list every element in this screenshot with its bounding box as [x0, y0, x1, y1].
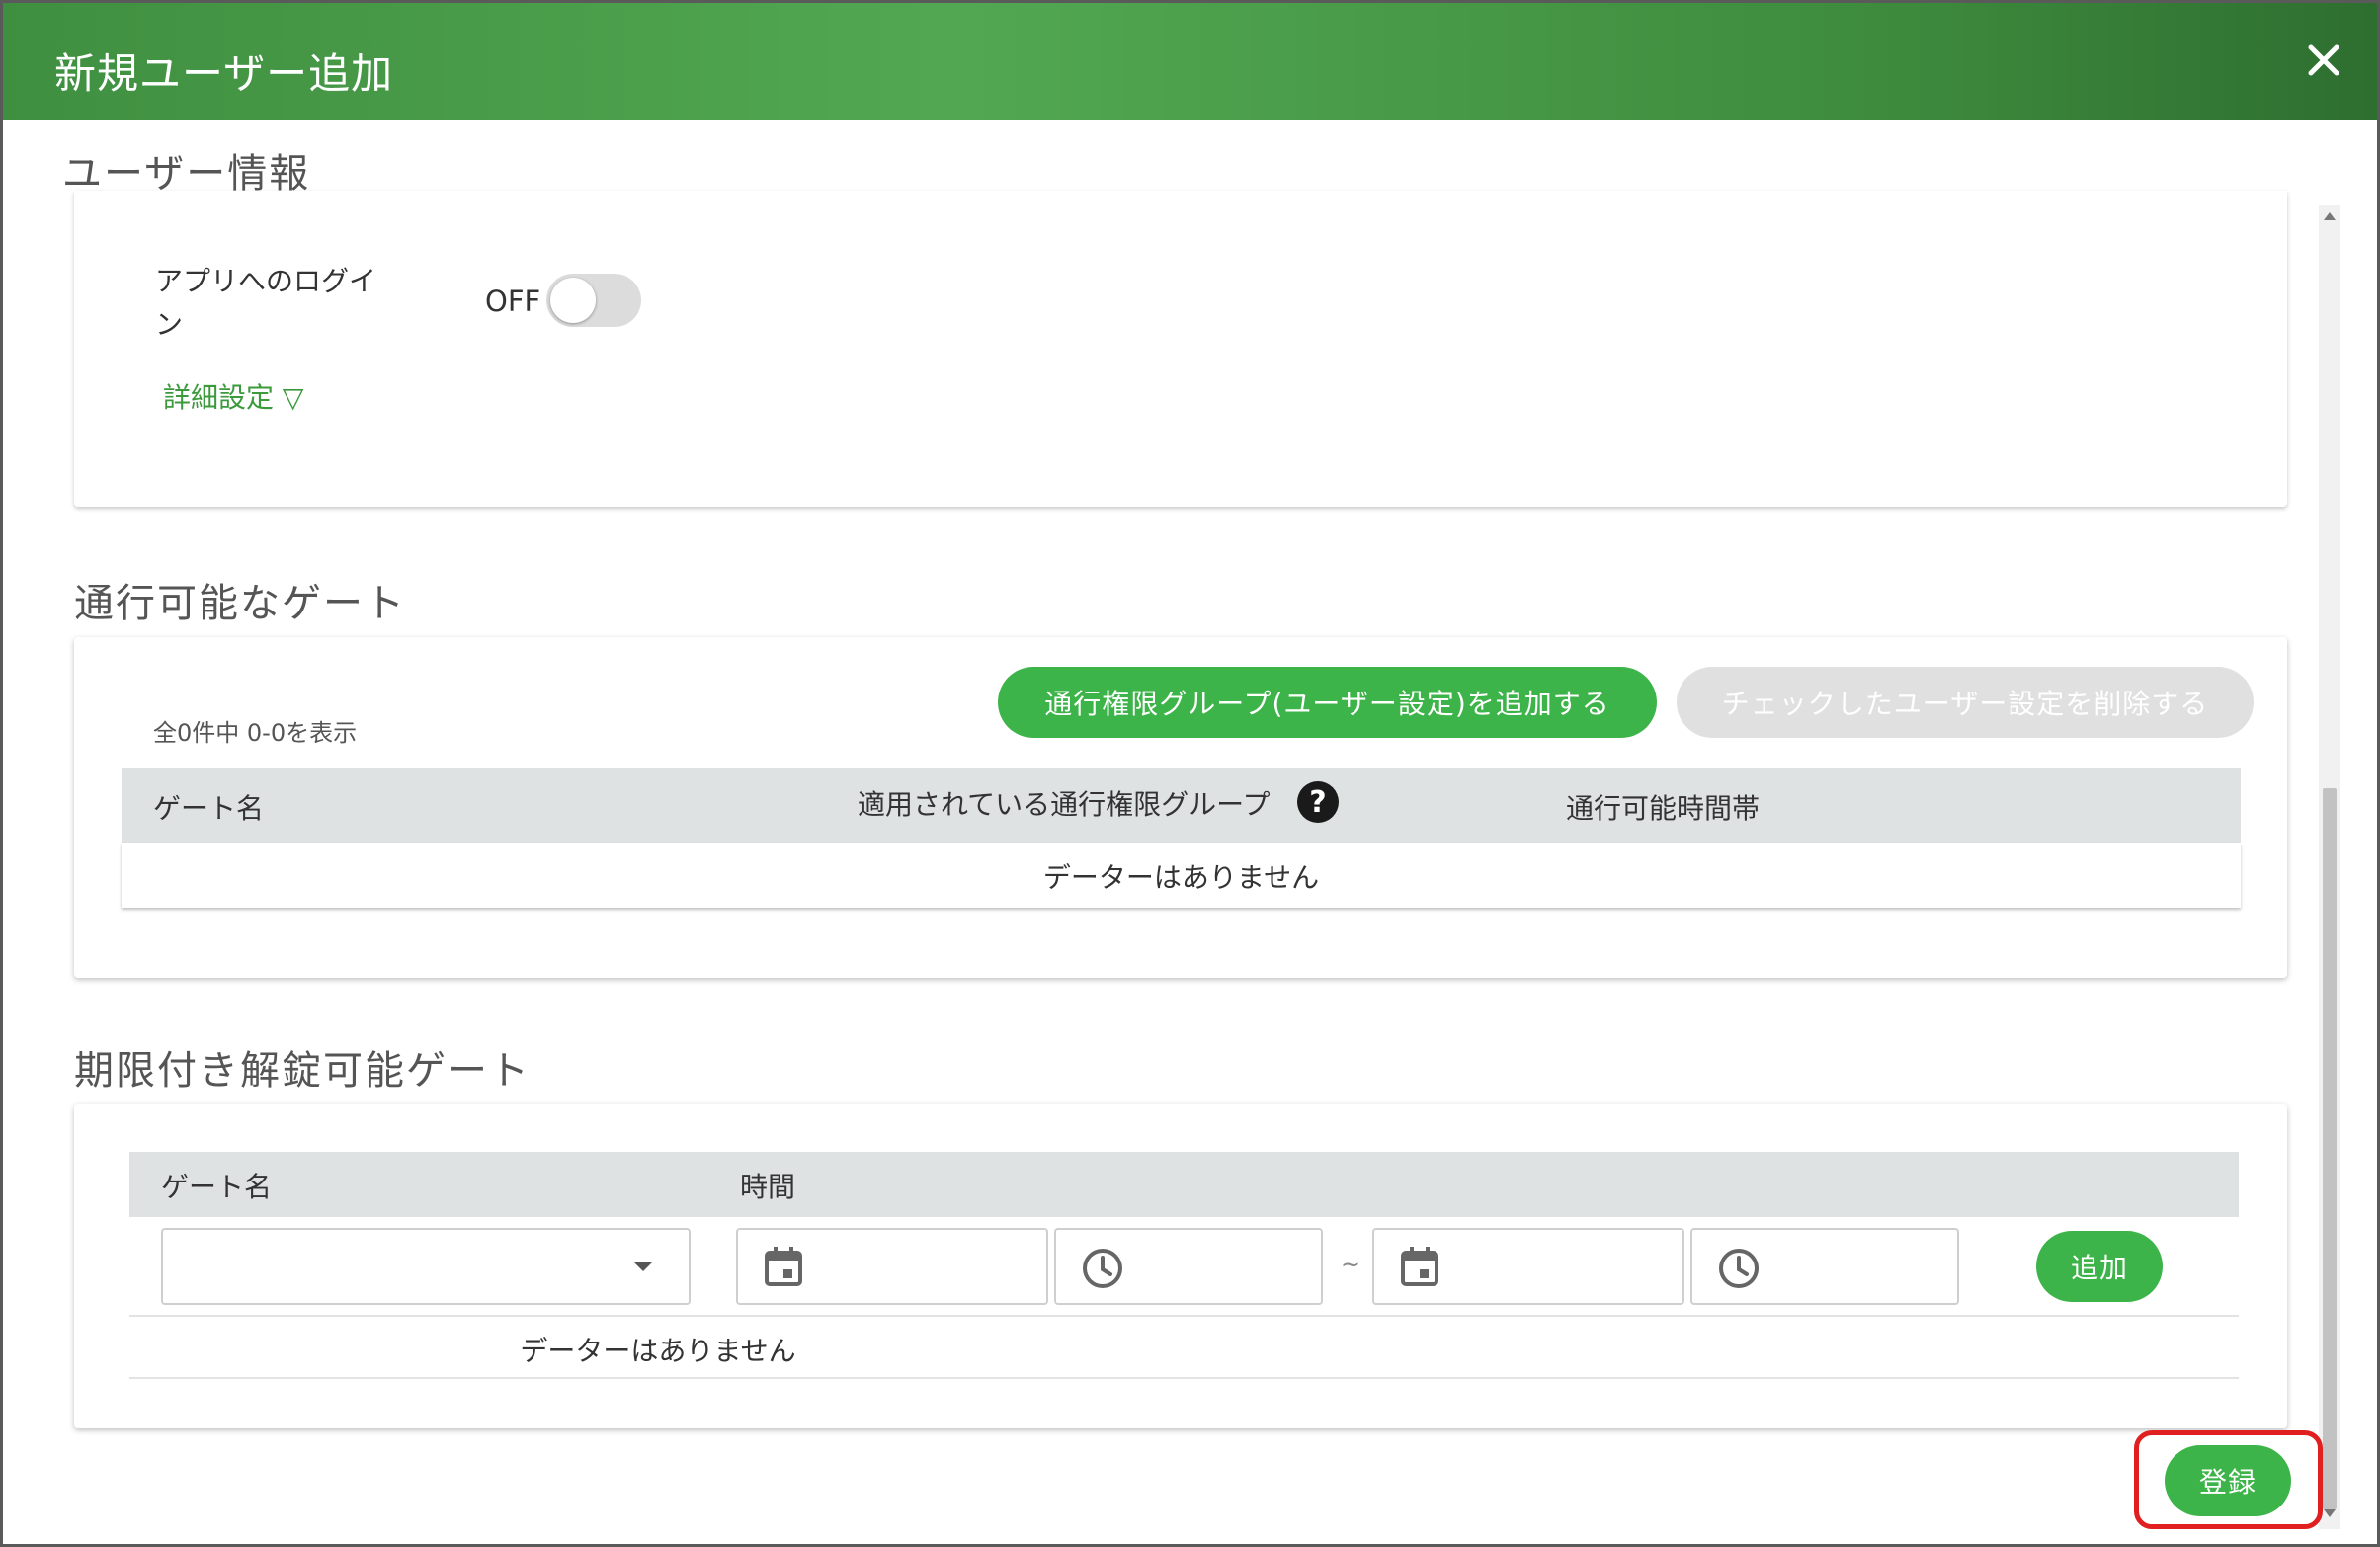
toggle-knob: [550, 278, 596, 323]
timed-unlock-card: ゲート名 時間 ~ 追加 データーはありません: [74, 1104, 2287, 1428]
close-button[interactable]: [2294, 31, 2353, 90]
add-timed-gate-button[interactable]: 追加: [2036, 1231, 2163, 1302]
user-info-card: アプリへのログイ ン OFF 詳細設定 ▽: [74, 191, 2287, 507]
gates-table-header: ゲート名 適用されている通行権限グループ ? 通行可能時間帯: [122, 768, 2241, 843]
app-login-label: アプリへのログイ ン: [155, 265, 377, 341]
add-user-dialog: 新規ユーザー追加 ユーザー情報 アプリへのログイ ン OFF 詳細設定 ▽ 通行…: [0, 0, 2380, 1547]
dialog-scrollbar[interactable]: [2319, 205, 2340, 1529]
clock-icon: [1083, 1249, 1122, 1288]
gates-table-body: データーはありません: [122, 843, 2241, 908]
app-login-toggle[interactable]: [546, 274, 641, 327]
scroll-down-arrow-icon[interactable]: [2324, 1509, 2336, 1517]
help-icon[interactable]: ?: [1297, 781, 1339, 823]
advanced-settings-link[interactable]: 詳細設定 ▽: [163, 376, 303, 416]
range-separator: ~: [1341, 1251, 1361, 1278]
timed-unlock-heading: 期限付き解錠可能ゲート: [74, 1048, 531, 1094]
timed-empty-text: データーはありません: [520, 1335, 796, 1367]
timed-bottom-divider: [129, 1377, 2239, 1379]
scroll-up-arrow-icon[interactable]: [2324, 212, 2336, 220]
delete-checked-settings-button: チェックしたユーザー設定を削除する: [1677, 667, 2254, 738]
close-icon: [2308, 44, 2339, 76]
col-applied-group: 適用されている通行権限グループ: [858, 788, 1271, 821]
clock-icon: [1719, 1249, 1759, 1288]
dialog-header: 新規ユーザー追加: [3, 3, 2377, 120]
dialog-title: 新規ユーザー追加: [54, 49, 394, 98]
calendar-icon: [765, 1247, 802, 1286]
end-time-input[interactable]: [1690, 1228, 1959, 1305]
col-timed-gate-name: ゲート名: [161, 1171, 273, 1203]
col-pass-time: 通行可能時間帯: [1566, 792, 1761, 825]
gate-select[interactable]: [161, 1228, 691, 1305]
toggle-state-label: OFF: [485, 285, 541, 318]
col-timed-time: 時間: [740, 1171, 796, 1203]
scrollbar-thumb[interactable]: [2323, 788, 2337, 1509]
end-date-input[interactable]: [1372, 1228, 1684, 1305]
start-time-input[interactable]: [1054, 1228, 1323, 1305]
timed-row-divider: [129, 1315, 2239, 1317]
gates-count-text: 全0件中 0-0を表示: [153, 719, 358, 747]
col-gate-name: ゲート名: [153, 792, 265, 825]
chevron-down-icon: [633, 1262, 653, 1271]
add-permission-group-button[interactable]: 通行権限グループ(ユーザー設定)を追加する: [998, 667, 1657, 738]
gates-heading: 通行可能なゲート: [74, 581, 406, 626]
gates-empty-text: データーはありません: [1042, 861, 1320, 894]
calendar-icon: [1401, 1247, 1438, 1286]
gates-card: 全0件中 0-0を表示 通行権限グループ(ユーザー設定)を追加する チェックした…: [74, 637, 2287, 978]
start-date-input[interactable]: [736, 1228, 1048, 1305]
register-highlight-box: [2134, 1430, 2323, 1529]
timed-table-header: ゲート名 時間: [129, 1152, 2239, 1217]
